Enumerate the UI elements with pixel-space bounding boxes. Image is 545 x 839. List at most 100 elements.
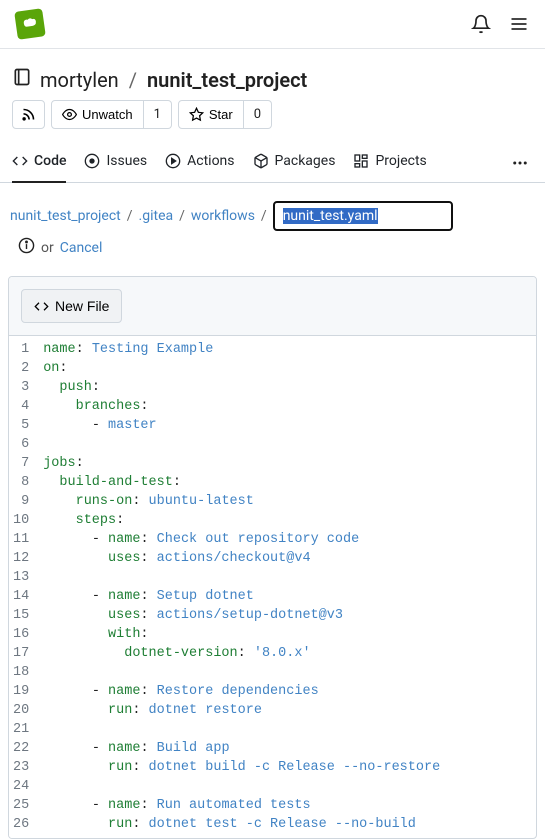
repo-owner[interactable]: mortylen: [40, 68, 119, 92]
repo-sep: /: [129, 68, 137, 92]
code-line[interactable]: steps:: [43, 511, 528, 530]
unwatch-button[interactable]: Unwatch: [51, 100, 144, 129]
repo-header: mortylen / nunit_test_project Unwatch 1 …: [0, 49, 545, 143]
code-line[interactable]: on:: [43, 359, 528, 378]
post-input: or Cancel: [18, 237, 102, 258]
star-label: Star: [209, 107, 233, 122]
tab-issues[interactable]: Issues: [84, 143, 147, 183]
line-number: 13: [13, 568, 29, 587]
star-count[interactable]: 0: [244, 100, 272, 129]
line-number: 11: [13, 530, 29, 549]
editor-panel: New File 1234567891011121314151617181920…: [8, 276, 537, 839]
line-number: 4: [13, 397, 29, 416]
line-number: 25: [13, 796, 29, 815]
code-line[interactable]: runs-on: ubuntu-latest: [43, 492, 528, 511]
code-line[interactable]: name: Testing Example: [43, 340, 528, 359]
code-line[interactable]: - name: Build app: [43, 739, 528, 758]
gitea-logo[interactable]: [14, 8, 46, 40]
line-number: 14: [13, 587, 29, 606]
breadcrumb-gitea[interactable]: .gitea: [139, 208, 174, 224]
breadcrumb: nunit_test_project / .gitea / workflows …: [0, 183, 545, 270]
code-line[interactable]: uses: actions/checkout@v4: [43, 549, 528, 568]
breadcrumb-sep: /: [261, 208, 267, 224]
code-line[interactable]: run: dotnet test -c Release --no-build: [43, 815, 528, 834]
line-number: 5: [13, 416, 29, 435]
line-number: 18: [13, 663, 29, 682]
star-button[interactable]: Star: [178, 100, 244, 129]
line-number: 20: [13, 701, 29, 720]
notifications-icon[interactable]: [471, 14, 491, 34]
tabs-left: Code Issues Actions Packages Projects: [12, 143, 427, 182]
watch-group: Unwatch 1: [51, 100, 172, 129]
line-number: 9: [13, 492, 29, 511]
code-line[interactable]: jobs:: [43, 454, 528, 473]
line-number: 21: [13, 720, 29, 739]
code-line[interactable]: - master: [43, 416, 528, 435]
unwatch-label: Unwatch: [82, 107, 133, 122]
code-line[interactable]: uses: actions/setup-dotnet@v3: [43, 606, 528, 625]
repo-tabs: Code Issues Actions Packages Projects: [0, 143, 545, 183]
code-editor[interactable]: 1234567891011121314151617181920212223242…: [9, 336, 536, 838]
line-number: 12: [13, 549, 29, 568]
tab-issues-label: Issues: [106, 153, 147, 169]
code-line[interactable]: run: dotnet build -c Release --no-restor…: [43, 758, 528, 777]
hamburger-menu-icon[interactable]: [509, 14, 529, 34]
code-line[interactable]: run: dotnet restore: [43, 701, 528, 720]
info-icon[interactable]: [18, 237, 35, 258]
code-line[interactable]: [43, 663, 528, 682]
code-line[interactable]: build-and-test:: [43, 473, 528, 492]
more-tabs-icon[interactable]: [507, 154, 533, 172]
new-file-tab-label: New File: [55, 298, 109, 314]
code-line[interactable]: with:: [43, 625, 528, 644]
editor-tabs-bar: New File: [9, 277, 536, 336]
tab-projects-label: Projects: [375, 153, 426, 169]
cancel-link[interactable]: Cancel: [60, 240, 103, 256]
code-line[interactable]: - name: Run automated tests: [43, 796, 528, 815]
tab-code-label: Code: [34, 153, 66, 169]
repo-title: mortylen / nunit_test_project: [12, 67, 307, 92]
code-line[interactable]: branches:: [43, 397, 528, 416]
line-number: 8: [13, 473, 29, 492]
line-number: 16: [13, 625, 29, 644]
new-file-tab[interactable]: New File: [21, 289, 122, 323]
code-line[interactable]: [43, 435, 528, 454]
tab-actions[interactable]: Actions: [165, 143, 234, 183]
line-number: 1: [13, 340, 29, 359]
line-number: 3: [13, 378, 29, 397]
code-line[interactable]: [43, 568, 528, 587]
line-number: 26: [13, 815, 29, 834]
breadcrumb-workflows[interactable]: workflows: [191, 208, 255, 224]
line-number: 22: [13, 739, 29, 758]
code-line[interactable]: [43, 777, 528, 796]
breadcrumb-root[interactable]: nunit_test_project: [10, 208, 121, 224]
tab-projects[interactable]: Projects: [353, 143, 426, 183]
code-line[interactable]: - name: Setup dotnet: [43, 587, 528, 606]
rss-button[interactable]: [12, 100, 45, 129]
breadcrumb-sep: /: [127, 208, 133, 224]
tab-code[interactable]: Code: [12, 143, 66, 183]
code-line[interactable]: - name: Check out repository code: [43, 530, 528, 549]
top-nav-right: [471, 14, 529, 34]
line-number: 6: [13, 435, 29, 454]
line-number: 7: [13, 454, 29, 473]
top-nav: [0, 0, 545, 49]
line-number: 24: [13, 777, 29, 796]
repo-name[interactable]: nunit_test_project: [147, 68, 307, 92]
line-number: 10: [13, 511, 29, 530]
repo-actions: Unwatch 1 Star 0: [12, 100, 272, 129]
tab-actions-label: Actions: [187, 153, 234, 169]
line-number: 23: [13, 758, 29, 777]
code-line[interactable]: dotnet-version: '8.0.x': [43, 644, 528, 663]
breadcrumb-sep: /: [179, 208, 185, 224]
watch-count[interactable]: 1: [144, 100, 172, 129]
code-line[interactable]: [43, 720, 528, 739]
or-text: or: [41, 240, 54, 256]
code-line[interactable]: push:: [43, 378, 528, 397]
code-line[interactable]: - name: Restore dependencies: [43, 682, 528, 701]
code-lines[interactable]: name: Testing Exampleon: push: branches:…: [39, 336, 536, 838]
star-group: Star 0: [178, 100, 272, 129]
filename-input[interactable]: [273, 201, 453, 231]
repo-icon: [12, 67, 32, 92]
tab-packages-label: Packages: [275, 153, 336, 169]
tab-packages[interactable]: Packages: [253, 143, 336, 183]
